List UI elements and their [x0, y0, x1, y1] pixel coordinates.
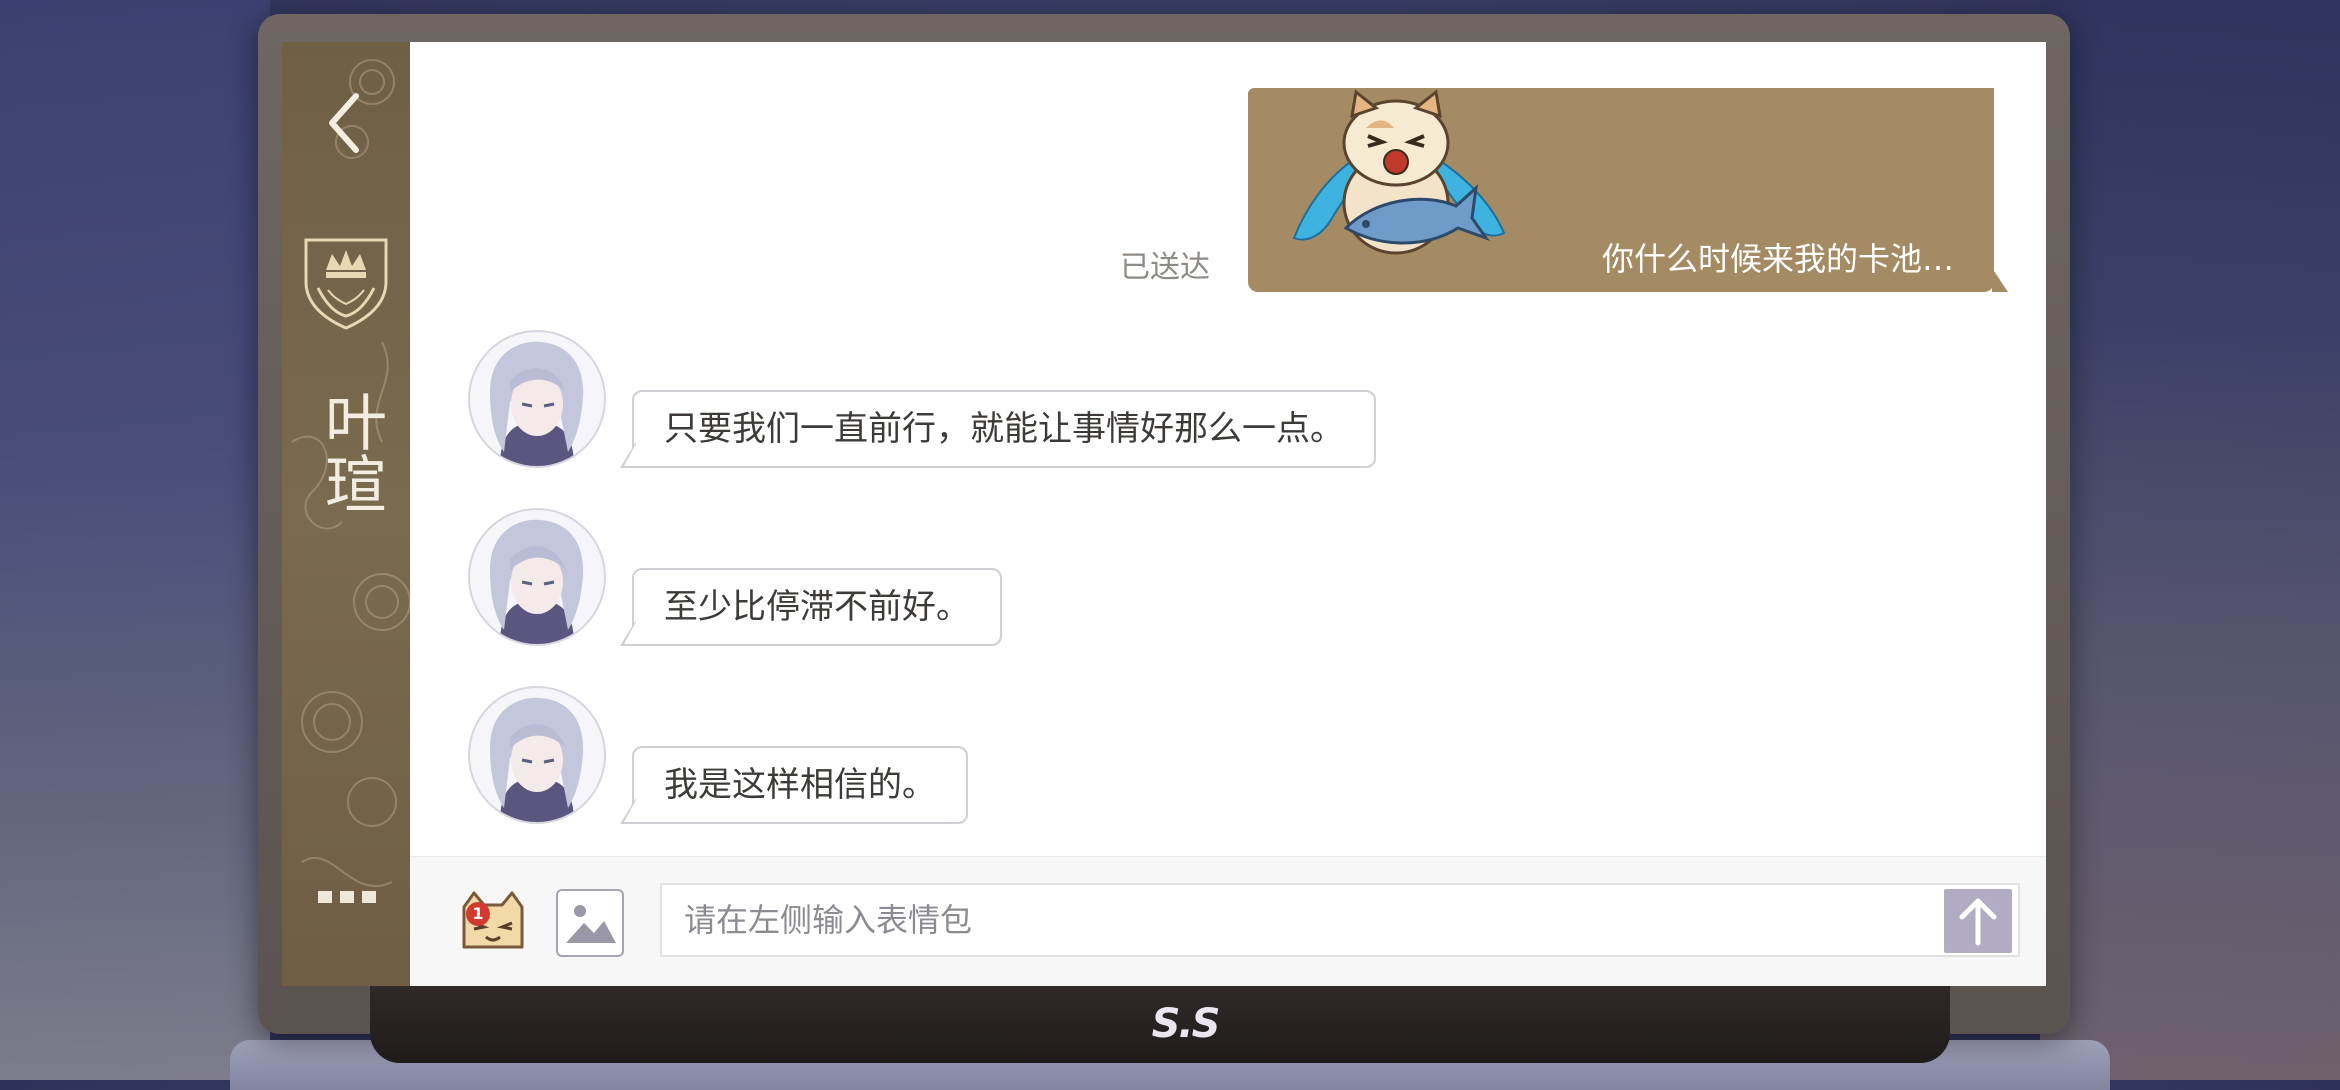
image-button[interactable]: [556, 889, 624, 957]
received-message: 只要我们一直前行，就能让事情好那么一点。: [468, 330, 1468, 470]
background-right: [2040, 0, 2340, 1080]
image-icon: [566, 905, 616, 943]
sent-sticker-bubble[interactable]: 你什么时候来我的卡池…: [1248, 88, 2008, 292]
chat-area: 已送达 你什么时候来我的卡池… 只要我们一直前行，就能让事情好那么一点。 至少比…: [410, 42, 2046, 856]
sidebar: 叶瑄: [282, 42, 410, 986]
back-button[interactable]: [320, 88, 370, 158]
avatar-portrait: [490, 697, 584, 822]
send-button[interactable]: [1944, 889, 2012, 953]
more-dot: [362, 891, 376, 903]
delivery-status: 已送达: [1120, 250, 1210, 285]
received-message: 我是这样相信的。: [468, 686, 1468, 826]
avatar[interactable]: [468, 686, 606, 824]
contact-name: 叶瑄: [314, 390, 387, 514]
crown-crest-icon: [304, 238, 388, 330]
arrow-up-icon: [1959, 898, 1997, 946]
avatar[interactable]: [468, 508, 606, 646]
avatar-portrait: [490, 519, 584, 644]
received-message: 至少比停滞不前好。: [468, 508, 1468, 648]
crying-cat-sticker: [1292, 89, 1506, 255]
message-bubble: 至少比停滞不前好。: [620, 568, 1002, 646]
more-dot: [318, 891, 332, 903]
avatar-portrait: [490, 341, 584, 466]
background-left: [0, 0, 270, 1080]
brand-logo: S.S: [1151, 1001, 1221, 1047]
chat-screen: 叶瑄 已送达 你什么时候来我的卡池… 只要我们一直前行，就能让事情好那么一点。 …: [282, 42, 2046, 986]
more-button[interactable]: [312, 882, 382, 912]
message-input[interactable]: 请在左侧输入表情包: [660, 883, 2020, 957]
message-bubble: 我是这样相信的。: [620, 746, 968, 824]
input-bar: 1 请在左侧输入表情包: [410, 856, 2046, 986]
chevron-left-icon: [329, 93, 359, 153]
message-bubble: 只要我们一直前行，就能让事情好那么一点。: [620, 390, 1376, 468]
sent-message-text: 你什么时候来我的卡池…: [1601, 240, 1954, 278]
more-dot: [340, 891, 354, 903]
emoji-badge: 1: [466, 902, 490, 926]
avatar[interactable]: [468, 330, 606, 468]
